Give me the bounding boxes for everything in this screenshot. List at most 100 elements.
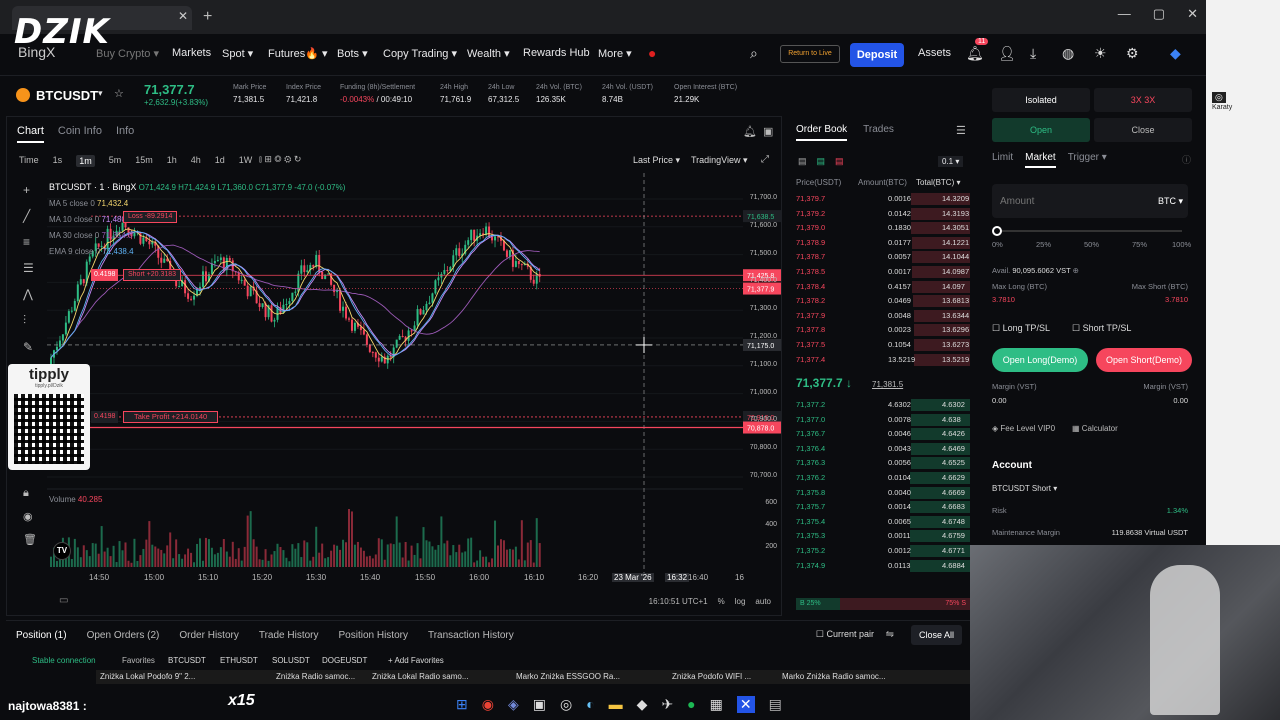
tab-trigger[interactable]: Trigger ▾ (1068, 152, 1107, 168)
asks-view-icon[interactable]: ▤ (835, 156, 844, 167)
favorites-label[interactable]: Favorites (122, 656, 155, 665)
nav-rewards-hub[interactable]: Rewards Hub (523, 47, 590, 59)
discord-icon[interactable]: ◈ (508, 696, 519, 713)
return-to-live-button[interactable]: Return to Live (780, 45, 840, 63)
fav-ethusdt[interactable]: ETHUSDT (220, 656, 258, 665)
ask-row[interactable]: 71,379.0 0.1830 14.3051 (796, 221, 970, 235)
stop-loss-label[interactable]: Loss -89.2914 (123, 211, 178, 223)
tab-transaction-history[interactable]: Transaction History (428, 630, 514, 641)
close-tab-icon[interactable]: ✕ (178, 9, 188, 23)
cursor-app-icon[interactable]: ◆ (637, 696, 648, 713)
info-icon[interactable]: ⓘ (1182, 153, 1191, 166)
new-tab-button[interactable]: + (203, 8, 212, 26)
download-icon[interactable]: ⤓ (1030, 45, 1036, 62)
ask-row[interactable]: 71,378.5 0.0017 14.0987 (796, 265, 970, 279)
bid-row[interactable]: 71,375.8 0.0040 4.6669 (796, 486, 970, 500)
tab-open-orders[interactable]: Open Orders (2) (87, 630, 160, 641)
precision-select[interactable]: 0.1 ▾ (938, 156, 964, 167)
steam-icon[interactable]: ◐ (586, 696, 594, 713)
maximize-button[interactable]: ▢ (1153, 6, 1165, 22)
nav-copy-trading[interactable]: Copy Trading ▾ (383, 47, 457, 60)
bid-row[interactable]: 71,376.3 0.0056 4.6525 (796, 456, 970, 470)
symbol-selector[interactable]: BTCUSDT (36, 88, 98, 103)
nav-more[interactable]: More ▾ (598, 47, 632, 60)
ask-row[interactable]: 71,378.9 0.0177 14.1221 (796, 236, 970, 250)
close-all-button[interactable]: Close All (910, 625, 962, 645)
windows-start-icon[interactable]: ⊞ (456, 696, 468, 713)
slider-knob[interactable] (992, 226, 1002, 236)
close-tab[interactable]: Close (1094, 118, 1192, 142)
tab-order-history[interactable]: Order History (179, 630, 238, 641)
amount-unit-select[interactable]: BTC ▾ (1158, 196, 1183, 207)
fee-level[interactable]: ◈ Fee Level VIP0 (992, 424, 1055, 433)
extension-icon[interactable]: ◆ (1170, 45, 1181, 62)
tab-market[interactable]: Market (1025, 152, 1056, 168)
bid-row[interactable]: 71,375.7 0.0014 4.6683 (796, 500, 970, 514)
log-toggle[interactable]: log (735, 597, 746, 606)
network-icon[interactable]: ✈ (661, 696, 673, 713)
margin-mode-button[interactable]: Isolated (992, 88, 1090, 112)
tab-trade-history[interactable]: Trade History (259, 630, 319, 641)
obs-icon[interactable]: ◎ (560, 696, 572, 713)
theme-icon[interactable]: ☀ (1094, 45, 1107, 62)
bid-row[interactable]: 71,375.3 0.0011 4.6759 (796, 529, 970, 543)
nav-bots[interactable]: Bots ▾ (337, 47, 368, 60)
globe-icon[interactable]: ◍ (1062, 45, 1074, 62)
bid-row[interactable]: 71,375.2 0.0012 4.6771 (796, 544, 970, 558)
minimize-button[interactable]: — (1118, 6, 1131, 22)
tab-position[interactable]: Position (1) (16, 630, 67, 641)
deposit-button[interactable]: Deposit (850, 43, 904, 67)
current-pair-checkbox[interactable]: ☐ Current pair (816, 629, 874, 640)
star-icon[interactable]: ☆ (114, 87, 124, 100)
tab-trades[interactable]: Trades (863, 124, 894, 141)
fav-btcusdt[interactable]: BTCUSDT (168, 656, 206, 665)
tab-order-book[interactable]: Order Book (796, 124, 848, 141)
chrome-icon[interactable]: ◉ (482, 696, 494, 713)
take-profit-label[interactable]: Take Profit +214.0140 (123, 411, 219, 423)
app2-icon[interactable]: ▤ (769, 696, 782, 713)
ask-row[interactable]: 71,377.9 0.0048 13.6344 (796, 309, 970, 323)
amount-slider[interactable] (996, 230, 1182, 232)
ask-row[interactable]: 71,378.4 0.4157 14.097 (796, 280, 970, 294)
bid-row[interactable]: 71,376.2 0.0104 4.6629 (796, 471, 970, 485)
short-tpsl-checkbox[interactable]: ☐ Short TP/SL (1072, 323, 1131, 334)
bid-row[interactable]: 71,375.4 0.0065 4.6748 (796, 515, 970, 529)
ask-row[interactable]: 71,377.8 0.0023 13.6296 (796, 323, 970, 337)
both-view-icon[interactable]: ▤ (798, 156, 807, 167)
calendar-icon[interactable]: ▭ (59, 595, 68, 606)
nav-futures[interactable]: Futures🔥 ▾ (268, 47, 328, 60)
tab-position-history[interactable]: Position History (339, 630, 408, 641)
tab-limit[interactable]: Limit (992, 152, 1013, 168)
ask-row[interactable]: 71,377.5 0.1054 13.6273 (796, 338, 970, 352)
short-position-label[interactable]: Short +20.3183 (123, 269, 182, 281)
nav-markets[interactable]: Markets (172, 47, 211, 59)
bid-row[interactable]: 71,377.0 0.0078 4.638 (796, 413, 970, 427)
side-app-icon[interactable]: ◎ (1212, 92, 1226, 103)
ask-row[interactable]: 71,377.4 13.5219 13.5219 (796, 353, 970, 367)
bid-row[interactable]: 71,376.4 0.0043 4.6469 (796, 442, 970, 456)
ask-row[interactable]: 71,379.7 0.0016 14.3209 (796, 192, 970, 206)
settings-icon[interactable]: ☰ (956, 124, 966, 137)
bell-icon[interactable]: 🔔︎ (966, 45, 984, 62)
fav-dogeusdt[interactable]: DOGEUSDT (322, 656, 367, 665)
fav-solusdt[interactable]: SOLUSDT (272, 656, 310, 665)
leverage-button[interactable]: 3X 3X (1094, 88, 1192, 112)
auto-toggle[interactable]: auto (755, 597, 771, 606)
bids-view-icon[interactable]: ▤ (817, 156, 826, 167)
percent-toggle[interactable]: % (718, 597, 725, 606)
calculator-link[interactable]: ▦ Calculator (1072, 424, 1118, 433)
bid-row[interactable]: 71,376.7 0.0046 4.6426 (796, 427, 970, 441)
tradingview-icon[interactable]: TV (53, 542, 71, 560)
game-icon[interactable]: ▦ (710, 696, 723, 713)
folder-icon[interactable]: ▬ (609, 696, 623, 713)
long-tpsl-checkbox[interactable]: ☐ Long TP/SL (992, 323, 1050, 333)
spotify-icon[interactable]: ● (687, 696, 695, 713)
bingx-taskbar-icon[interactable]: ✕ (736, 696, 755, 713)
nav-spot[interactable]: Spot ▾ (222, 47, 253, 60)
ask-row[interactable]: 71,378.7 0.0057 14.1044 (796, 250, 970, 264)
app-icon[interactable]: ▣ (533, 696, 546, 713)
open-short-button[interactable]: Open Short(Demo) (1096, 348, 1192, 372)
add-favorites-button[interactable]: + Add Favorites (388, 656, 444, 665)
ask-row[interactable]: 71,378.2 0.0469 13.6813 (796, 294, 970, 308)
nav-wealth[interactable]: Wealth ▾ (467, 47, 510, 60)
